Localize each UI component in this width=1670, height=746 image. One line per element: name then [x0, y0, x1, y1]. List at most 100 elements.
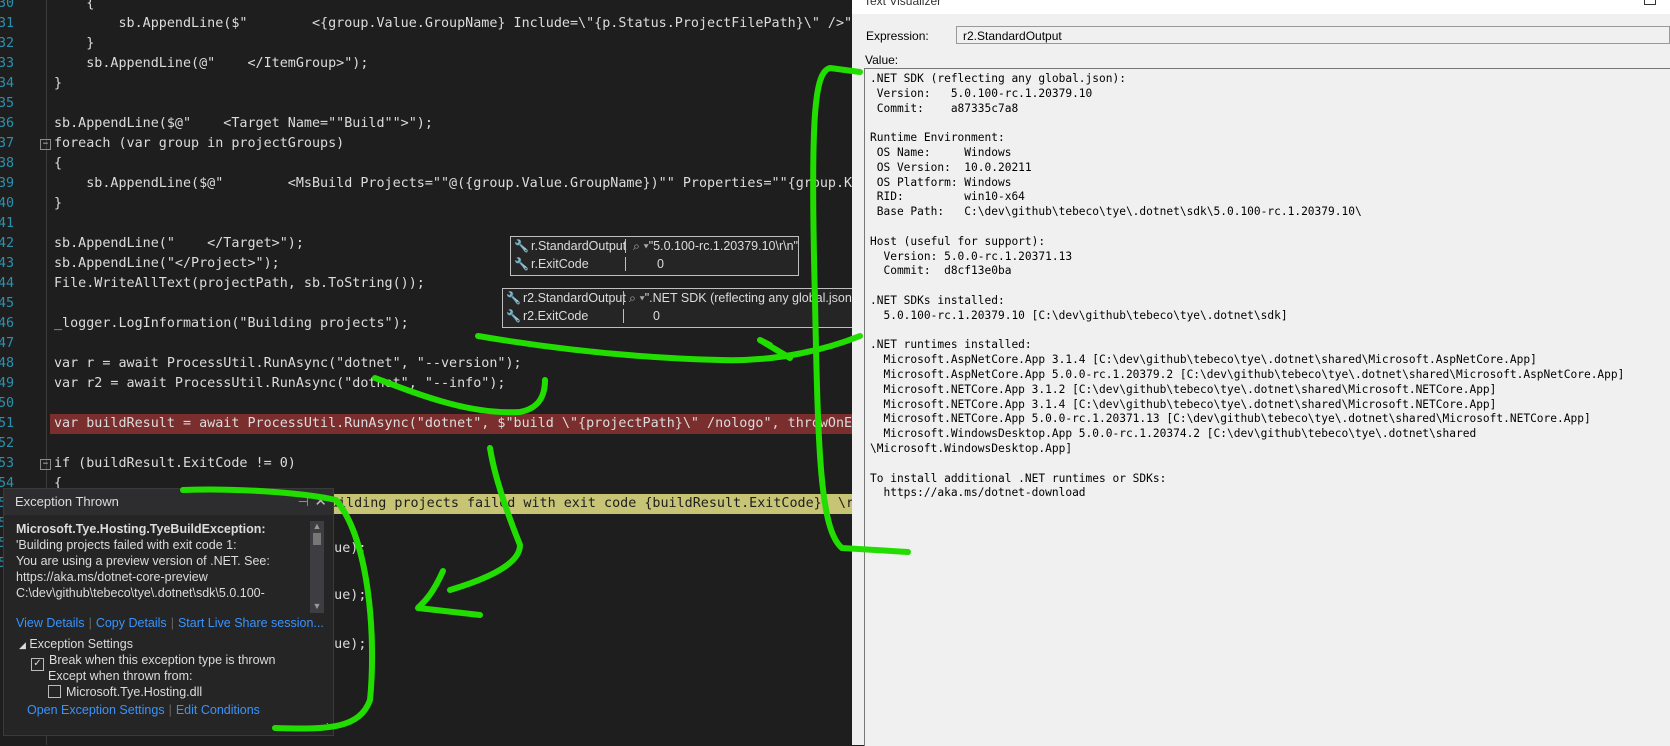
live-share-link[interactable]: Start Live Share session...	[178, 616, 324, 630]
code-line[interactable]: 40}	[0, 194, 852, 214]
edit-conditions-link[interactable]: Edit Conditions	[176, 703, 260, 717]
code-line[interactable]: 36 sb.AppendLine($@" <Target Name=""Build…	[0, 114, 852, 134]
code-line[interactable]: 41	[0, 214, 852, 234]
line-number[interactable]: 43	[0, 254, 18, 274]
wrench-icon: 🔧	[506, 309, 521, 323]
code-line[interactable]: 30 {	[0, 0, 852, 14]
line-number[interactable]: 42	[0, 234, 18, 254]
wrench-icon: 🔧	[506, 291, 521, 305]
code-text: sb.AppendLine("</Project>");	[54, 256, 280, 271]
line-number[interactable]: 45	[0, 294, 18, 314]
line-number[interactable]: 47	[0, 334, 18, 354]
datatip-row[interactable]: 🔧 r.ExitCode 0	[511, 255, 798, 273]
line-number[interactable]: 49	[0, 374, 18, 394]
line-number[interactable]: 37	[0, 134, 18, 154]
expression-label: Expression:	[866, 29, 929, 43]
line-number[interactable]: 36	[0, 114, 18, 134]
line-number[interactable]: 32	[0, 34, 18, 54]
message-scrollbar[interactable]: ▲ ▼	[310, 521, 324, 613]
code-line[interactable]: 52	[0, 434, 852, 454]
line-number[interactable]: 46	[0, 314, 18, 334]
checkbox-label: Microsoft.Tye.Hosting.dll	[66, 685, 203, 699]
line-number[interactable]: 40	[0, 194, 18, 214]
line-number[interactable]: 31	[0, 14, 18, 34]
open-exception-settings-link[interactable]: Open Exception Settings	[27, 703, 165, 717]
message-line: 'Building projects failed with exit code…	[16, 538, 237, 552]
exception-helper[interactable]: Exception Thrown ⊣ ✕ Microsoft.Tye.Hosti…	[3, 488, 334, 736]
line-number[interactable]: 33	[0, 54, 18, 74]
close-icon[interactable]: ✕	[314, 489, 327, 515]
line-number[interactable]: 50	[0, 394, 18, 414]
code-line[interactable]: 39 sb.AppendLine($@" <MsBuild Projects="…	[0, 174, 925, 194]
code-text: File.WriteAllText(projectPath, sb.ToStri…	[54, 276, 425, 291]
code-line[interactable]: 48 var r = await ProcessUtil.RunAsync("do…	[0, 354, 852, 374]
datatip-row[interactable]: 🔧 r2.ExitCode 0	[503, 307, 853, 325]
code-line[interactable]: 50	[0, 394, 852, 414]
bottom-links: Open Exception Settings | Edit Conditions	[19, 701, 276, 719]
message-line: https://aka.ms/dotnet-core-preview	[16, 570, 208, 584]
break-checkbox[interactable]: ✓	[31, 658, 44, 671]
pin-icon[interactable]: ⊣	[298, 489, 309, 515]
line-number[interactable]: 39	[0, 174, 18, 194]
module-checkbox[interactable]	[48, 685, 61, 698]
value-textbox[interactable]: .NET SDK (reflecting any global.json): V…	[864, 68, 1670, 746]
code-line[interactable]: 37 − foreach (var group in projectGroups)	[0, 134, 852, 154]
line-number[interactable]: 34	[0, 74, 18, 94]
code-line[interactable]: 34}	[0, 74, 852, 94]
code-line[interactable]: 49 var r2 = await ProcessUtil.RunAsync("d…	[0, 374, 852, 394]
code-text: sb.AppendLine($" <{group.Value.GroupName…	[54, 16, 869, 31]
code-text: {	[54, 0, 95, 11]
line-number[interactable]: 30	[0, 0, 18, 14]
scroll-down-icon[interactable]: ▼	[310, 601, 324, 611]
module-checkbox-row[interactable]: Microsoft.Tye.Hosting.dll	[19, 685, 276, 701]
line-number[interactable]: 53	[0, 454, 18, 474]
expression-field[interactable]: r2.StandardOutput	[956, 26, 1670, 44]
code-text: sb.AppendLine(" </Target>");	[54, 236, 304, 251]
code-line[interactable]: 38 {	[0, 154, 852, 174]
line-number[interactable]: 44	[0, 274, 18, 294]
wrench-icon: 🔧	[514, 239, 529, 253]
magnifier-icon[interactable]: ⌕ ▾	[629, 291, 645, 305]
magnifier-icon[interactable]: ⌕ ▾	[633, 239, 649, 253]
code-line[interactable]: 47	[0, 334, 852, 354]
code-line[interactable]: 33 sb.AppendLine(@" </ItemGroup>");	[0, 54, 852, 74]
code-line[interactable]: 51 var buildResult = await ProcessUtil.Ru…	[0, 414, 1015, 434]
code-line[interactable]: 53 − if (buildResult.ExitCode != 0)	[0, 454, 852, 474]
checkbox-label: Break when this exception type is thrown	[49, 653, 276, 667]
divider: |	[170, 616, 174, 630]
scroll-thumb[interactable]	[313, 533, 321, 545]
code-line[interactable]: 32 }	[0, 34, 852, 54]
line-number[interactable]: 35	[0, 94, 18, 114]
copy-details-link[interactable]: Copy Details	[96, 616, 167, 630]
code-editor[interactable]: 30 {31 sb.AppendLine($" <{group.Value.Gr…	[0, 0, 1015, 745]
maximize-icon[interactable]	[1644, 0, 1656, 5]
line-number[interactable]: 48	[0, 354, 18, 374]
code-line[interactable]: 31 sb.AppendLine($" <{group.Value.GroupN…	[0, 14, 868, 34]
view-details-link[interactable]: View Details	[16, 616, 85, 630]
column-separator	[625, 257, 626, 271]
collapse-icon[interactable]: −	[40, 459, 51, 470]
datatip-row[interactable]: 🔧 r.StandardOutput ⌕ ▾"5.0.100-rc.1.2037…	[511, 237, 798, 255]
column-separator	[623, 291, 624, 305]
value: ⌕ ▾".NET SDK (reflecting any global.json…	[629, 291, 856, 305]
datatip-r[interactable]: 🔧 r.StandardOutput ⌕ ▾"5.0.100-rc.1.2037…	[510, 236, 799, 276]
resize-grip-icon[interactable]: ⋰	[319, 722, 329, 733]
message-line: C:\dev\github\tebeco\tye\.dotnet\sdk\5.0…	[16, 586, 265, 600]
exception-settings-toggle[interactable]: ◢ Exception Settings	[19, 637, 276, 653]
line-number[interactable]: 52	[0, 434, 18, 454]
code-text: var r = await ProcessUtil.RunAsync("dotn…	[54, 356, 522, 371]
code-text: }	[54, 36, 95, 51]
line-number[interactable]: 38	[0, 154, 18, 174]
line-number[interactable]: 51	[0, 414, 18, 434]
collapse-triangle-icon: ◢	[19, 640, 26, 650]
collapse-icon[interactable]: −	[40, 139, 51, 150]
divider: |	[88, 616, 92, 630]
code-line[interactable]: 35	[0, 94, 852, 114]
code-text: foreach (var group in projectGroups)	[54, 136, 345, 151]
break-checkbox-row[interactable]: ✓ Break when this exception type is throw…	[19, 653, 276, 671]
datatip-r2[interactable]: 🔧 r2.StandardOutput ⌕ ▾".NET SDK (reflec…	[502, 288, 856, 328]
datatip-row[interactable]: 🔧 r2.StandardOutput ⌕ ▾".NET SDK (reflec…	[503, 289, 856, 307]
scroll-up-icon[interactable]: ▲	[310, 521, 324, 531]
line-number[interactable]: 41	[0, 214, 18, 234]
code-text: _logger.LogInformation("Building project…	[54, 316, 409, 331]
